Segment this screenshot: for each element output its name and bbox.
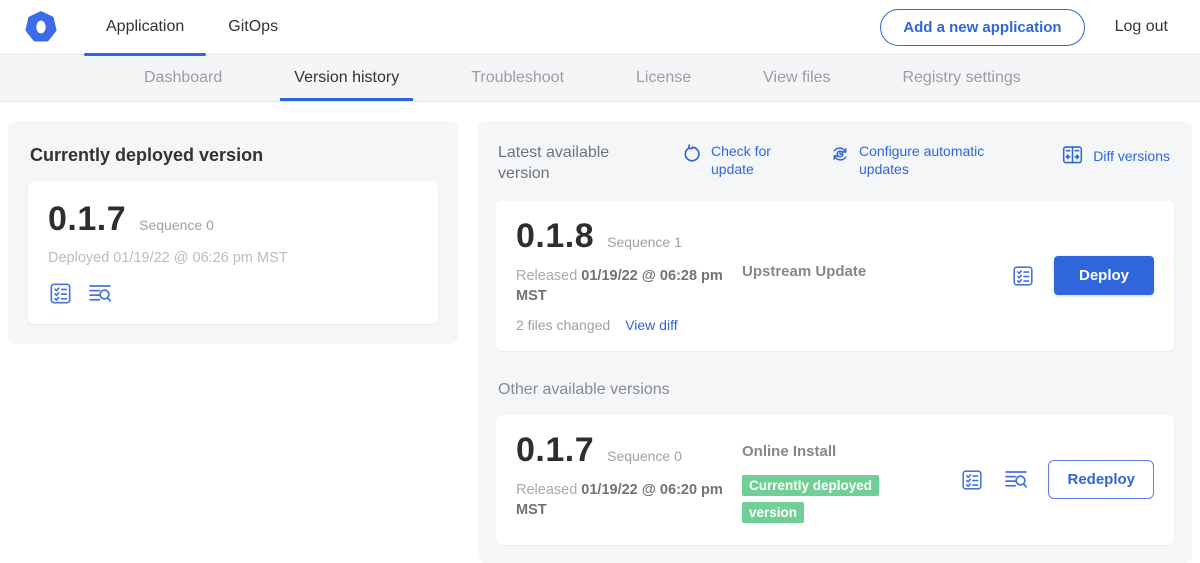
other-sequence-label: Sequence 0 xyxy=(607,448,682,464)
subnav-tab-version-history-label: Version history xyxy=(294,69,399,87)
logout-link[interactable]: Log out xyxy=(1115,18,1168,36)
configure-automatic-updates-link[interactable]: Configure automatic updates xyxy=(830,143,1026,178)
files-changed-label: 2 files changed xyxy=(516,317,610,333)
subnav-tab-license[interactable]: License xyxy=(634,55,693,101)
other-version-source: Online Install xyxy=(742,443,894,460)
subnav-tab-registry-settings-label: Registry settings xyxy=(902,69,1020,87)
latest-released-timestamp: Released 01/19/22 @ 06:28 pm MST xyxy=(516,266,734,307)
latest-version-card: 0.1.8 Sequence 1 Released 01/19/22 @ 06:… xyxy=(496,201,1174,352)
released-prefix: Released xyxy=(516,268,581,284)
diff-versions-link[interactable]: Diff versions xyxy=(1061,143,1170,171)
subnav-tab-view-files-label: View files xyxy=(763,69,830,87)
deployed-timestamp: Deployed 01/19/22 @ 06:26 pm MST xyxy=(48,250,418,266)
subnav-tab-troubleshoot-label: Troubleshoot xyxy=(471,69,564,87)
main-content: Currently deployed version 0.1.7 Sequenc… xyxy=(0,102,1200,563)
preflight-checklist-icon[interactable] xyxy=(1011,264,1035,288)
app-logo-icon xyxy=(24,10,58,44)
deployed-version-card: 0.1.7 Sequence 0 Deployed 01/19/22 @ 06:… xyxy=(28,182,438,324)
nav-tab-gitops[interactable]: GitOps xyxy=(206,0,300,55)
latest-sequence-label: Sequence 1 xyxy=(607,234,682,250)
refresh-icon xyxy=(682,143,702,169)
top-navbar: Application GitOps Add a new application… xyxy=(0,0,1200,55)
preflight-checklist-icon[interactable] xyxy=(960,468,984,492)
preflight-checklist-icon[interactable] xyxy=(48,281,73,306)
latest-version-number: 0.1.8 xyxy=(516,219,594,253)
check-for-update-link[interactable]: Check for update xyxy=(682,143,788,178)
subnav-tab-registry-settings[interactable]: Registry settings xyxy=(900,55,1022,101)
currently-deployed-badge: Currently deployed version xyxy=(742,475,879,523)
nav-tab-application-label: Application xyxy=(106,18,184,36)
view-logs-icon[interactable] xyxy=(87,281,113,306)
add-new-application-button[interactable]: Add a new application xyxy=(880,9,1084,46)
other-available-versions-title: Other available versions xyxy=(498,381,1172,399)
other-version-number: 0.1.7 xyxy=(516,433,594,467)
available-versions-panel: Latest available version Check for updat… xyxy=(478,121,1192,563)
other-version-source-block: Online Install Currently deployed versio… xyxy=(736,433,894,526)
diff-icon xyxy=(1061,143,1084,171)
redeploy-button[interactable]: Redeploy xyxy=(1048,460,1154,499)
configure-automatic-updates-label: Configure automatic updates xyxy=(859,143,1026,178)
latest-version-source: Upstream Update xyxy=(742,263,866,280)
currently-deployed-title: Currently deployed version xyxy=(30,145,438,166)
check-for-update-label: Check for update xyxy=(711,143,788,178)
latest-available-title: Latest available version xyxy=(498,143,648,185)
currently-deployed-panel: Currently deployed version 0.1.7 Sequenc… xyxy=(8,121,458,344)
view-diff-link[interactable]: View diff xyxy=(625,317,677,333)
subnav-tab-troubleshoot[interactable]: Troubleshoot xyxy=(469,55,566,101)
subnav-tab-view-files[interactable]: View files xyxy=(761,55,832,101)
subnav-tab-license-label: License xyxy=(636,69,691,87)
nav-tab-application[interactable]: Application xyxy=(84,0,206,55)
subnav-tab-dashboard-label: Dashboard xyxy=(144,69,222,87)
deployed-version-number: 0.1.7 xyxy=(48,202,126,236)
deployed-sequence-label: Sequence 0 xyxy=(139,217,214,233)
auto-update-clock-icon xyxy=(830,143,850,169)
released-prefix: Released xyxy=(516,482,581,498)
deploy-button[interactable]: Deploy xyxy=(1054,256,1154,295)
other-version-card: 0.1.7 Sequence 0 Released 01/19/22 @ 06:… xyxy=(496,415,1174,544)
app-subnav: Dashboard Version history Troubleshoot L… xyxy=(0,55,1200,102)
view-logs-icon[interactable] xyxy=(1003,467,1029,492)
nav-tab-gitops-label: GitOps xyxy=(228,18,278,36)
other-released-timestamp: Released 01/19/22 @ 06:20 pm MST xyxy=(516,480,734,521)
subnav-tab-dashboard[interactable]: Dashboard xyxy=(142,55,224,101)
subnav-tab-version-history[interactable]: Version history xyxy=(292,55,401,101)
diff-versions-label: Diff versions xyxy=(1093,148,1170,166)
